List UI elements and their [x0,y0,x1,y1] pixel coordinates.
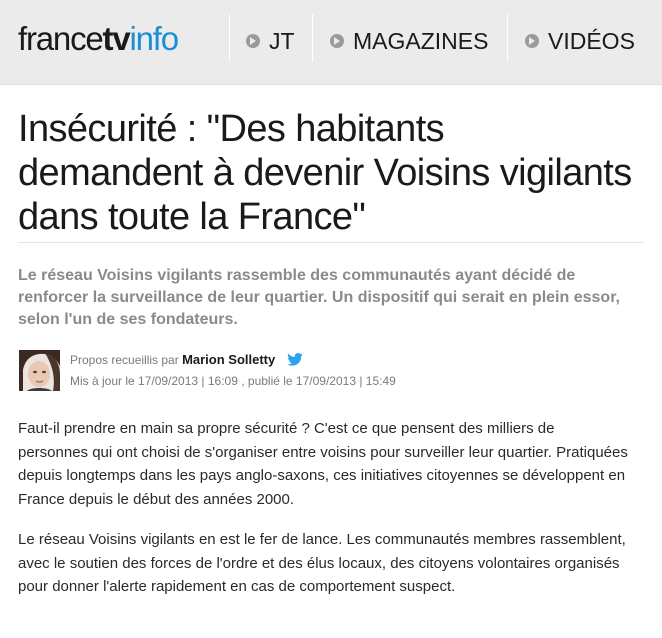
circle-arrow-icon [246,34,260,48]
article-paragraph: Faut-il prendre en main sa propre sécuri… [18,420,628,508]
byline-prefix: Propos recueillis par [70,353,179,367]
logo-part-france: france [18,20,104,57]
twitter-bird-icon[interactable] [286,353,303,370]
article-paragraph: Le réseau Voisins vigilants en est le fe… [18,531,626,595]
circle-arrow-icon [525,34,539,48]
publication-dates: Mis à jour le 17/09/2013 | 16:09 , publi… [70,374,396,388]
nav-divider [229,14,230,62]
nav-divider [312,14,313,62]
nav-item-jt[interactable]: JT [246,26,295,56]
author-name[interactable]: Marion Solletty [182,352,275,367]
author-avatar[interactable] [19,350,60,391]
logo-part-info: info [129,20,179,57]
byline-author-line: Propos recueillis par Marion Solletty [70,352,303,370]
article-body: Faut-il prendre en main sa propre sécuri… [18,417,628,616]
article-lead: Le réseau Voisins vigilants rassemble de… [18,267,620,328]
nav-item-label: VIDÉOS [548,27,635,54]
nav-item-magazines[interactable]: MAGAZINES [330,26,488,56]
nav-divider [507,14,508,62]
nav-item-videos[interactable]: VIDÉOS [525,26,635,56]
francetvinfo-logo[interactable]: francetvinfo [18,19,179,59]
article-title: Insécurité : "Des habitants demandent à … [18,108,632,238]
nav-item-label: MAGAZINES [353,27,489,54]
logo-part-tv: tv [102,20,131,57]
nav-item-label: JT [269,27,295,54]
circle-arrow-icon [330,34,344,48]
top-navigation-bar: francetvinfo JT MAGAZINES VIDÉOS [0,0,662,85]
title-divider [18,242,644,243]
